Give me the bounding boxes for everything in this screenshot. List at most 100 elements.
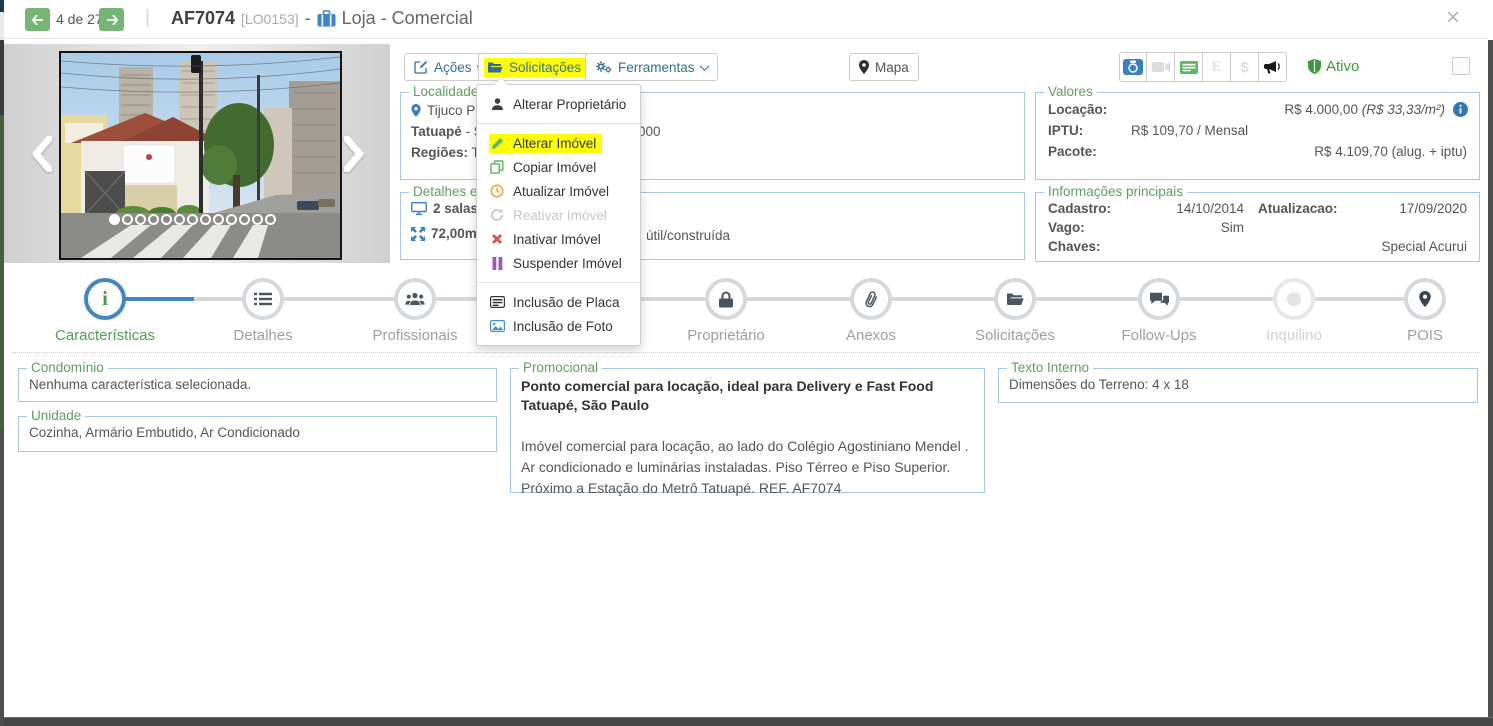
announce-button[interactable] (1259, 52, 1287, 82)
carousel-dot[interactable] (187, 214, 198, 225)
menu-item-label: Alterar Imóvel (513, 135, 597, 151)
tab-follow-ups[interactable]: Follow-Ups (1084, 278, 1234, 344)
select-record-checkbox[interactable] (1452, 57, 1470, 75)
menu-item-atualizar-imovel[interactable]: Atualizar Imóvel (477, 179, 640, 203)
locacao-label: Locação: (1048, 102, 1108, 117)
info-icon[interactable] (1453, 102, 1468, 117)
unidade-legend: Unidade (27, 408, 86, 423)
carousel-dot[interactable] (200, 214, 211, 225)
page-title: AF7074 [LO0153] - Loja - Comercial (171, 8, 473, 29)
list-icon (254, 292, 272, 306)
ferramentas-label: Ferramentas (618, 59, 695, 75)
video-button[interactable] (1147, 52, 1175, 82)
menu-item-reativar-imovel[interactable]: Reativar Imóvel (477, 203, 640, 227)
info-i-icon: i (102, 288, 108, 310)
menu-item-label: Atualizar Imóvel (513, 183, 610, 199)
arrow-left-icon (31, 14, 43, 25)
carousel-dot[interactable] (239, 214, 250, 225)
header-divider: | (145, 7, 150, 28)
ferramentas-button[interactable]: Ferramentas (585, 53, 718, 81)
arrow-right-icon (106, 14, 118, 25)
menu-item-label: Inclusão de Placa (513, 294, 620, 310)
informacoes-legend: Informações principais (1044, 184, 1188, 199)
valores-legend: Valores (1044, 84, 1097, 99)
menu-item-alterar-proprietario[interactable]: Alterar Proprietário (477, 92, 640, 116)
lock-icon (719, 291, 733, 307)
pause-icon (489, 256, 505, 270)
title-separator: - (304, 8, 311, 28)
detalhes-area: 72,00m (431, 226, 477, 241)
menu-item-inclusao-de-placa[interactable]: Inclusão de Placa (477, 290, 640, 314)
menu-item-label: Copiar Imóvel (513, 159, 597, 175)
listing-card-icon (1179, 60, 1198, 74)
tab-pois[interactable]: POIS (1350, 278, 1493, 344)
localidade-cep-fragment: 000 (638, 124, 661, 139)
background-page-bottom-edge (4, 717, 1493, 726)
video-camera-icon (1151, 62, 1170, 72)
prev-record-button[interactable] (25, 8, 50, 31)
carousel-dot[interactable] (122, 214, 133, 225)
camera-icon (1123, 59, 1143, 75)
menu-item-label: Inclusão de Foto (513, 318, 613, 334)
chevron-down-icon (699, 60, 709, 71)
menu-item-copiar-imovel[interactable]: Copiar Imóvel (477, 155, 640, 179)
tab-label: Proprietário (687, 327, 765, 344)
iptu-value: R$ 109,70 / Mensal (1131, 123, 1249, 138)
condominio-fieldset: Condomínio Nenhuma característica seleci… (18, 360, 497, 402)
carousel-dot[interactable] (148, 214, 159, 225)
close-icon[interactable]: × (1446, 6, 1460, 30)
megaphone-icon (1263, 60, 1280, 73)
carousel-dot[interactable] (226, 214, 237, 225)
tab-profissionais[interactable]: Profissionais (340, 278, 490, 344)
solicitacoes-label: Solicitações (509, 59, 582, 75)
dollar-button[interactable]: $ (1231, 52, 1259, 82)
carousel-prev-icon[interactable] (30, 135, 53, 177)
e-button[interactable]: E (1203, 52, 1231, 82)
mapa-button[interactable]: Mapa (849, 53, 919, 81)
promocional-body: Imóvel comercial para locação, ao lado d… (521, 438, 969, 496)
menu-item-suspender-imovel[interactable]: Suspender Imóvel (477, 251, 640, 275)
menu-divider (477, 123, 640, 124)
carousel-dot[interactable] (174, 214, 185, 225)
carousel-dot[interactable] (161, 214, 172, 225)
detalhes-area-fragment: útil/construída (646, 228, 731, 243)
tab-solicitacoes[interactable]: Solicitações (940, 278, 1090, 344)
carousel-dot[interactable] (252, 214, 263, 225)
copy-icon (489, 160, 505, 174)
pacote-label: Pacote: (1048, 144, 1097, 159)
menu-item-inclusao-de-foto[interactable]: Inclusão de Foto (477, 314, 640, 338)
menu-item-alterar-imovel[interactable]: Alterar Imóvel (477, 131, 640, 155)
gears-icon (596, 61, 612, 73)
vago-label: Vago: (1048, 220, 1085, 235)
localidade-bairro: Tatuapé (411, 124, 462, 139)
disabled-dot-icon (1287, 292, 1301, 306)
tab-inquilino[interactable]: Inquilino (1219, 278, 1369, 344)
tab-caracteristicas[interactable]: i Características (30, 278, 180, 344)
texto-interno-legend: Texto Interno (1007, 360, 1094, 375)
iptu-label: IPTU: (1048, 123, 1084, 138)
tab-label: Detalhes (233, 327, 293, 344)
street-photo-illustration (60, 53, 341, 258)
briefcase-icon (317, 10, 336, 27)
map-pin-icon (1419, 291, 1431, 307)
property-photo[interactable] (59, 51, 342, 260)
property-category: Loja - Comercial (341, 8, 473, 28)
tab-proprietario[interactable]: Proprietário (651, 278, 801, 344)
menu-item-inativar-imovel[interactable]: Inativar Imóvel (477, 227, 640, 251)
texto-interno-fieldset: Texto Interno Dimensões do Terreno: 4 x … (998, 360, 1478, 403)
carousel-dot[interactable] (213, 214, 224, 225)
carousel-dot[interactable] (135, 214, 146, 225)
card-button[interactable] (1175, 52, 1203, 82)
tab-anexos[interactable]: Anexos (796, 278, 946, 344)
carousel-next-icon[interactable] (343, 135, 366, 177)
pacote-value: R$ 4.109,70 (alug. + iptu) (1314, 144, 1467, 159)
carousel-dots (109, 214, 276, 225)
tab-detalhes[interactable]: Detalhes (188, 278, 338, 344)
expand-arrows-icon (411, 226, 425, 241)
tabs-separator (12, 352, 1480, 353)
next-record-button[interactable] (99, 8, 124, 31)
carousel-dot[interactable] (265, 214, 276, 225)
carousel-dot[interactable] (109, 214, 120, 225)
unidade-fieldset: Unidade Cozinha, Armário Embutido, Ar Co… (18, 408, 497, 452)
photos-button[interactable] (1119, 52, 1147, 82)
